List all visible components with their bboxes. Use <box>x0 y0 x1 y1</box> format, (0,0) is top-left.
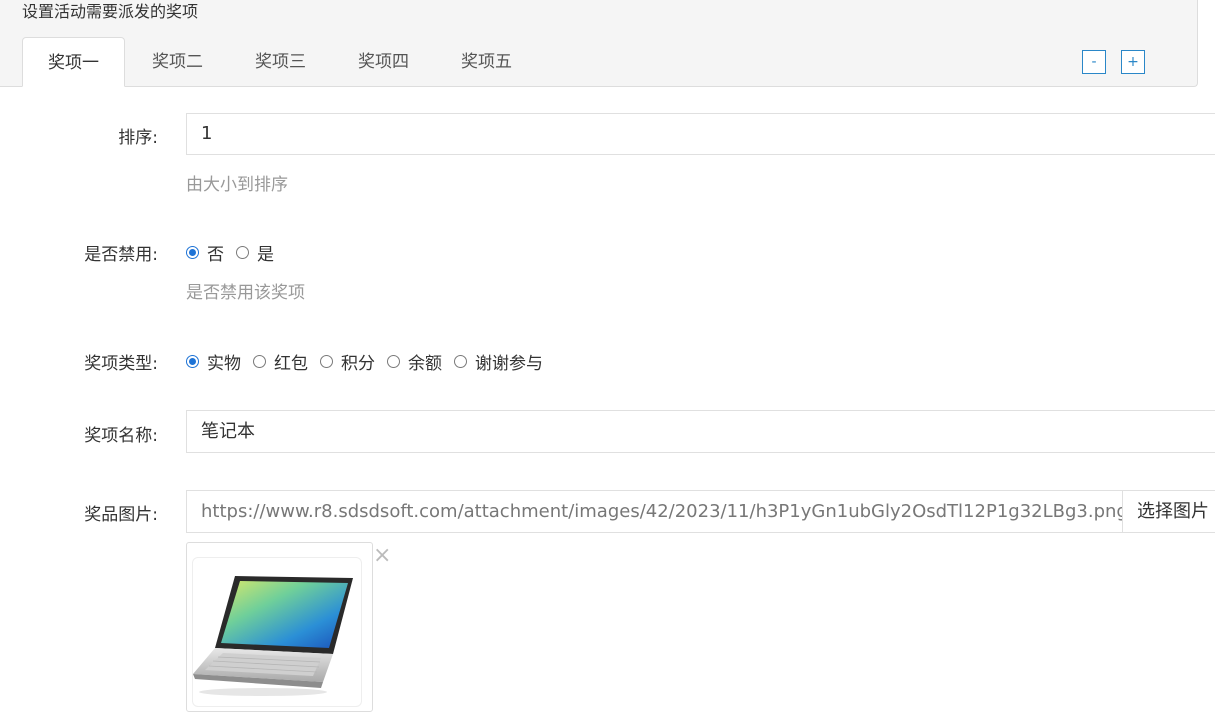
disabled-label: 是否禁用: <box>84 245 158 265</box>
prize-type-radio-group: 实物 红包 积分 余额 谢谢参与 <box>186 349 555 374</box>
radio-unchecked-icon <box>253 355 266 368</box>
add-prize-tab-button[interactable]: + <box>1121 50 1145 74</box>
prize-name-input[interactable]: 笔记本 <box>186 410 1215 453</box>
radio-label: 是 <box>257 245 274 265</box>
type-option-red-packet[interactable]: 红包 <box>253 349 308 374</box>
sort-input[interactable]: 1 <box>186 113 1215 155</box>
laptop-image <box>192 557 362 707</box>
disabled-option-yes[interactable]: 是 <box>236 240 274 265</box>
radio-label: 否 <box>207 245 224 265</box>
radio-checked-icon <box>186 355 199 368</box>
panel-title: 设置活动需要派发的奖项 <box>22 2 199 21</box>
tab-prize-2[interactable]: 奖项二 <box>127 37 228 87</box>
type-option-thanks[interactable]: 谢谢参与 <box>454 349 543 374</box>
radio-unchecked-icon <box>387 355 400 368</box>
prize-name-label: 奖项名称: <box>84 426 158 446</box>
radio-label: 余额 <box>408 354 442 374</box>
radio-label: 实物 <box>207 354 241 374</box>
sort-label: 排序: <box>118 128 158 148</box>
radio-label: 红包 <box>274 354 308 374</box>
radio-checked-icon <box>186 246 199 259</box>
prize-tabs: 奖项一 奖项二 奖项三 奖项四 奖项五 <box>22 37 539 87</box>
remove-prize-tab-button[interactable]: - <box>1082 50 1106 74</box>
prize-panel-header: 设置活动需要派发的奖项 奖项一 奖项二 奖项三 奖项四 奖项五 - + <box>0 0 1198 87</box>
type-option-points[interactable]: 积分 <box>320 349 375 374</box>
prize-image-label: 奖品图片: <box>84 505 158 525</box>
tab-prize-4[interactable]: 奖项四 <box>333 37 434 87</box>
remove-image-close-icon[interactable]: × <box>373 544 391 568</box>
disabled-radio-group: 否 是 <box>186 240 286 265</box>
tab-prize-5[interactable]: 奖项五 <box>436 37 537 87</box>
prize-type-label: 奖项类型: <box>84 354 158 374</box>
radio-label: 谢谢参与 <box>475 354 543 374</box>
radio-unchecked-icon <box>236 246 249 259</box>
disabled-help-text: 是否禁用该奖项 <box>186 283 305 303</box>
choose-image-button[interactable]: 选择图片 <box>1122 490 1215 533</box>
radio-unchecked-icon <box>454 355 467 368</box>
sort-help-text: 由大小到排序 <box>186 175 288 195</box>
laptop-image-icon <box>193 576 353 696</box>
type-option-physical[interactable]: 实物 <box>186 349 241 374</box>
radio-label: 积分 <box>341 354 375 374</box>
tab-prize-3[interactable]: 奖项三 <box>230 37 331 87</box>
radio-unchecked-icon <box>320 355 333 368</box>
image-url-input[interactable]: https://www.r8.sdsdsoft.com/attachment/i… <box>186 490 1123 533</box>
tab-prize-1[interactable]: 奖项一 <box>22 37 125 87</box>
disabled-option-no[interactable]: 否 <box>186 240 224 265</box>
type-option-balance[interactable]: 余额 <box>387 349 442 374</box>
image-preview <box>186 542 373 712</box>
